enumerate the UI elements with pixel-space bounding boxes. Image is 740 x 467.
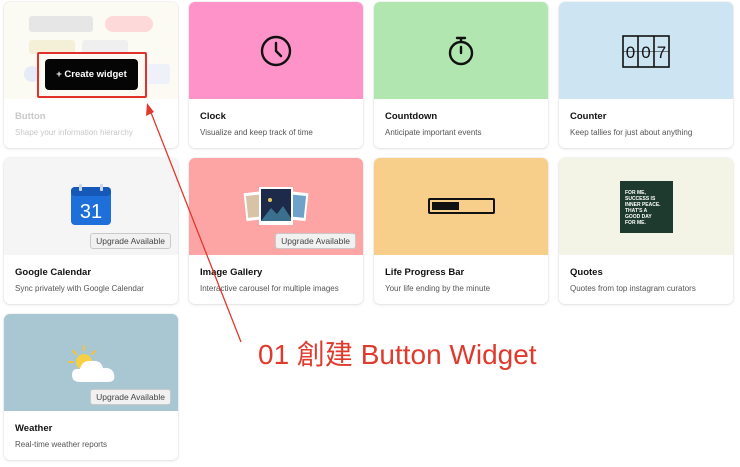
countdown-thumbnail	[374, 2, 548, 99]
card-description: Your life ending by the minute	[385, 284, 491, 293]
upgrade-badge[interactable]: Upgrade Available	[90, 389, 171, 405]
image-gallery-thumbnail: Upgrade Available	[189, 158, 363, 255]
counter-digit: 0	[641, 43, 650, 62]
card-title: Button	[15, 111, 46, 122]
calendar-day: 31	[80, 201, 102, 223]
widget-card-image-gallery[interactable]: Upgrade Available Image Gallery Interact…	[189, 158, 363, 304]
card-description: Quotes from top instagram curators	[570, 284, 696, 293]
progress-bar-icon	[428, 198, 495, 214]
widget-card-google-calendar[interactable]: 31 Upgrade Available Google Calendar Syn…	[4, 158, 178, 304]
preview-button-shape	[146, 64, 170, 84]
widget-card-life-progress-bar[interactable]: Life Progress Bar Your life ending by th…	[374, 158, 548, 304]
widget-card-clock[interactable]: Clock Visualize and keep track of time	[189, 2, 363, 148]
google-calendar-thumbnail: 31 Upgrade Available	[4, 158, 178, 255]
upgrade-badge[interactable]: Upgrade Available	[90, 233, 171, 249]
clock-thumbnail	[189, 2, 363, 99]
annotation-label: 01 創建 Button Widget	[258, 339, 537, 370]
card-title: Clock	[200, 111, 226, 122]
card-description: Shape your information hierarchy	[15, 128, 133, 137]
quotes-thumbnail: FOR ME, SUCCESS IS INNER PEACE. THAT'S A…	[559, 158, 733, 255]
widget-gallery-page: { "cards": [ {"title": "Button", "desc":…	[0, 0, 740, 467]
counter-digit: 0	[626, 43, 635, 62]
card-title: Google Calendar	[15, 267, 92, 278]
preview-button-shape	[105, 16, 153, 32]
card-description: Anticipate important events	[385, 128, 482, 137]
card-description: Real-time weather reports	[15, 440, 108, 449]
clock-icon	[260, 35, 292, 67]
widget-card-counter[interactable]: 0 0 7 Counter Keep tallies for just abou…	[559, 2, 733, 148]
card-title: Image Gallery	[200, 267, 263, 278]
card-description: Keep tallies for just about anything	[570, 128, 693, 137]
counter-icon: 0 0 7	[622, 35, 670, 68]
card-title: Weather	[15, 423, 53, 434]
gallery-icon	[243, 187, 309, 225]
card-title: Countdown	[385, 111, 438, 122]
widget-card-countdown[interactable]: Countdown Anticipate important events	[374, 2, 548, 148]
quote-line: FOR ME.	[625, 220, 646, 226]
create-widget-button[interactable]: + Create widget	[45, 59, 138, 90]
weather-icon	[68, 345, 115, 382]
card-description: Interactive carousel for multiple images	[200, 284, 339, 293]
weather-thumbnail: Upgrade Available	[4, 314, 178, 411]
progress-bar-fill	[432, 202, 459, 210]
card-description: Visualize and keep track of time	[200, 128, 313, 137]
card-title: Counter	[570, 111, 607, 122]
quote-image: FOR ME, SUCCESS IS INNER PEACE. THAT'S A…	[620, 181, 673, 233]
stopwatch-icon	[448, 36, 474, 66]
calendar-icon: 31	[71, 184, 111, 225]
widget-card-quotes[interactable]: FOR ME, SUCCESS IS INNER PEACE. THAT'S A…	[559, 158, 733, 304]
widget-card-weather[interactable]: Upgrade Available Weather Real-time weat…	[4, 314, 178, 460]
counter-thumbnail: 0 0 7	[559, 2, 733, 99]
card-title: Life Progress Bar	[385, 267, 465, 278]
life-progress-thumbnail	[374, 158, 548, 255]
counter-digit: 7	[657, 43, 666, 62]
preview-button-shape	[29, 16, 93, 32]
card-title: Quotes	[570, 267, 603, 278]
upgrade-badge[interactable]: Upgrade Available	[275, 233, 356, 249]
card-description: Sync privately with Google Calendar	[15, 284, 144, 293]
